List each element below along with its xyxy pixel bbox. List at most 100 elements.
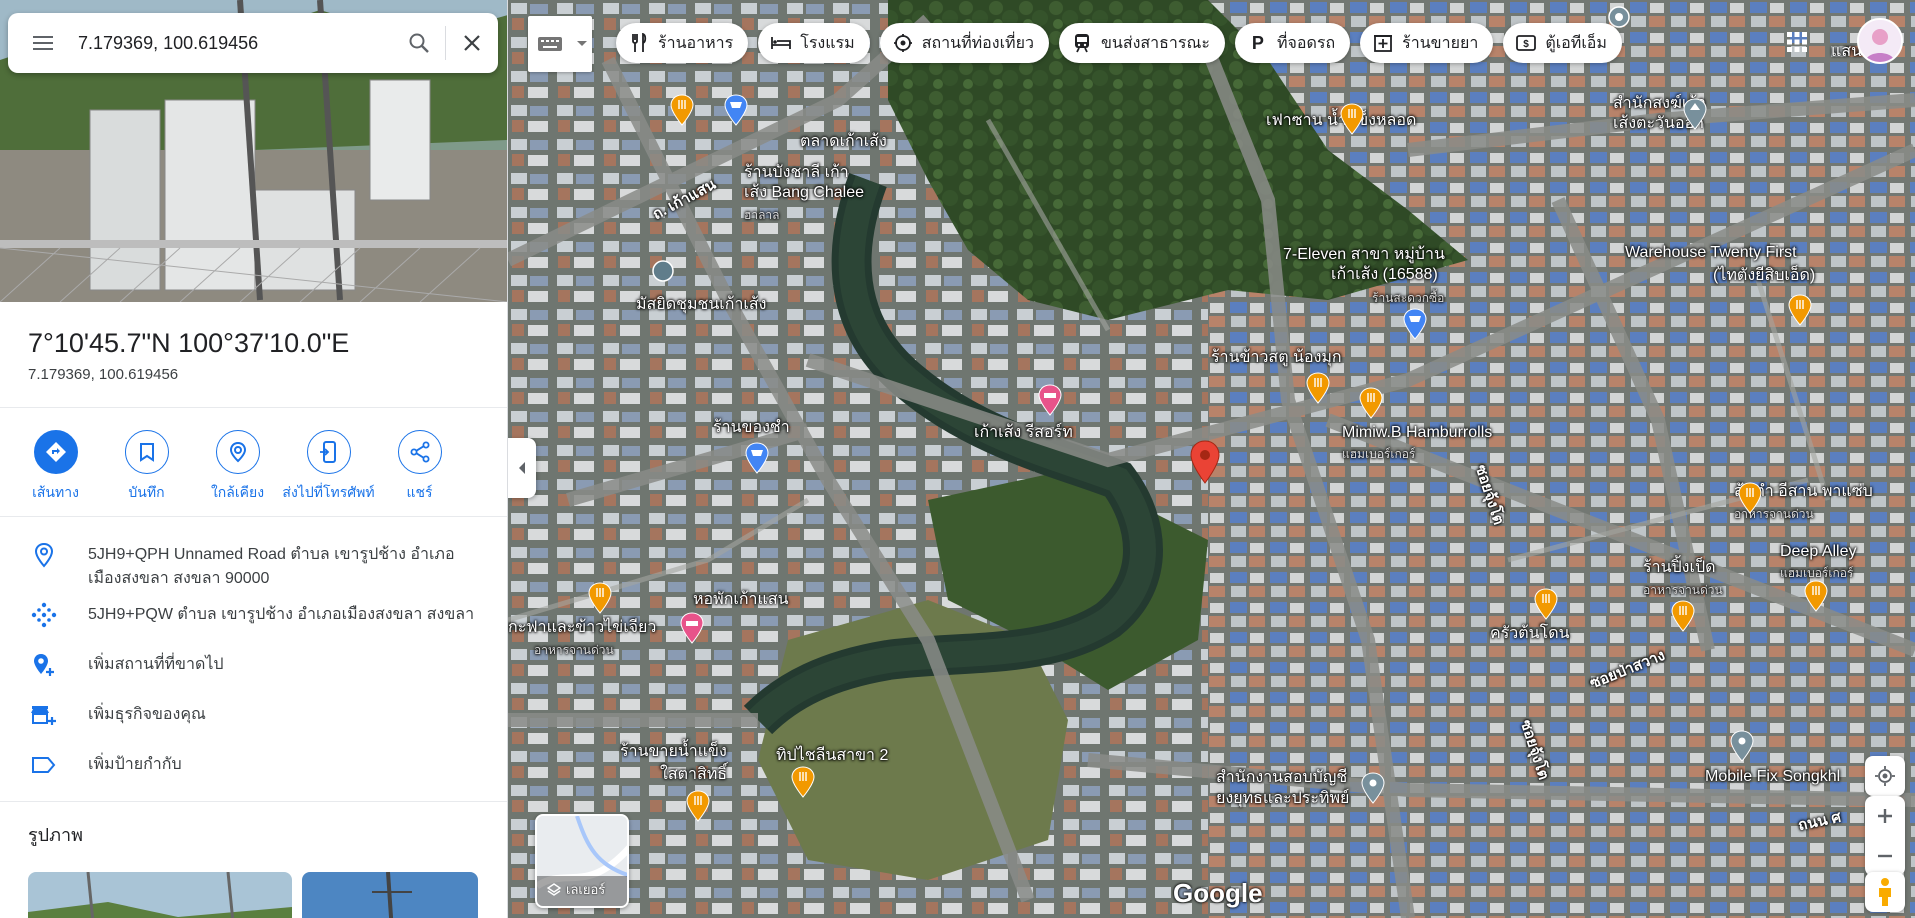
map-label-audit-2[interactable]: ยงยุทธและประทิพย์	[1216, 789, 1349, 809]
clear-search-button[interactable]	[446, 13, 498, 73]
photo-thumbnails	[28, 872, 478, 918]
add-label-row[interactable]: เพิ่มป้ายกำกับ	[0, 741, 507, 791]
chip-attractions[interactable]: สถานที่ท่องเที่ยว	[879, 23, 1049, 63]
map-label-bangchalee[interactable]: ร้านบังชาลี เก้า	[744, 163, 849, 183]
nearby-circle	[215, 430, 260, 474]
map-label-bangchalee-2[interactable]: เส้ง Bang Chalee	[744, 183, 864, 203]
plus-code-row[interactable]: 5JH9+PQW ตำบล เขารูปช้าง อำเภอเมืองสงขลา…	[0, 591, 507, 641]
hotel-pin-icon[interactable]	[1038, 384, 1062, 416]
map-label-warehouse[interactable]: Warehouse Twenty First	[1625, 243, 1797, 263]
my-location-button[interactable]	[1865, 756, 1905, 796]
map-canvas[interactable]: ตลาดเก้าเส้ง ร้านบังชาลี เก้า เส้ง Bang …	[508, 0, 1915, 918]
restaurant-pin-icon[interactable]	[686, 790, 710, 822]
map-label-dorm[interactable]: หอพักเก้าแสน	[693, 590, 789, 610]
hamburger-menu-icon	[33, 36, 53, 50]
add-business-row[interactable]: เพิ่มธุรกิจของคุณ	[0, 691, 507, 741]
map-label-mosque[interactable]: มัสยิดชุมชนเก้าเส้ง	[636, 295, 766, 315]
map-label-market[interactable]: ตลาดเก้าเส้ง	[800, 132, 887, 152]
map-label-mimiw[interactable]: Mimiw.B Hamburrolls	[1342, 423, 1492, 443]
search-button[interactable]	[393, 13, 445, 73]
share-button[interactable]: แชร์	[374, 408, 465, 504]
hotel-pin-icon[interactable]	[680, 612, 704, 644]
map-label-kafae[interactable]: กะฟาและข้าวไข่เจียว	[508, 618, 656, 638]
add-missing-place-row[interactable]: เพิ่มสถานที่ที่ขาดไป	[0, 641, 507, 691]
search-box	[8, 13, 498, 73]
map-label-tipchai[interactable]: ทิปไชลีนสาขา 2	[776, 746, 888, 766]
photo-thumbnail[interactable]	[302, 872, 478, 918]
dropped-location-pin-icon[interactable]	[1189, 440, 1221, 484]
chip-atm[interactable]: $ ตู้เอทีเอ็ม	[1503, 23, 1622, 63]
restaurant-pin-icon[interactable]	[1671, 600, 1695, 632]
restaurant-pin-icon[interactable]	[1534, 588, 1558, 620]
mosque-pin-icon[interactable]	[652, 260, 674, 282]
label-icon	[32, 757, 56, 773]
account-avatar[interactable]	[1857, 18, 1903, 64]
convenience-store-pin-icon[interactable]	[1403, 308, 1427, 340]
directions-icon	[45, 442, 66, 462]
restaurant-pin-icon[interactable]	[791, 766, 815, 798]
map-label-kruaton[interactable]: ครัวต้นโดน	[1490, 624, 1570, 644]
minus-icon	[1878, 854, 1892, 858]
street-view-pegman-button[interactable]	[1865, 872, 1905, 912]
map-label-mobilefix[interactable]: Mobile Fix Songkhl	[1705, 767, 1840, 787]
my-location-icon	[1875, 766, 1895, 786]
office-pin-icon[interactable]	[1361, 772, 1385, 804]
restaurant-pin-icon[interactable]	[1359, 387, 1383, 419]
zoom-controls	[1865, 796, 1905, 876]
avatar-image	[1859, 20, 1901, 62]
shopping-pin-icon[interactable]	[745, 442, 769, 474]
office-pin-icon[interactable]	[1730, 730, 1754, 762]
chip-label: โรงแรม	[800, 34, 855, 52]
search-input[interactable]	[78, 23, 393, 63]
chip-transit[interactable]: ขนส่งสาธารณะ	[1058, 23, 1225, 63]
restaurant-pin-icon[interactable]	[1306, 372, 1330, 404]
google-apps-button[interactable]	[1777, 22, 1817, 62]
restaurant-pin-icon[interactable]	[670, 94, 694, 126]
nearby-label: ใกล้เคียง	[210, 484, 265, 500]
restaurant-pin-icon[interactable]	[1788, 294, 1812, 326]
temple-pin-icon[interactable]	[1683, 98, 1707, 130]
chip-label: ขนส่งสาธารณะ	[1100, 34, 1210, 52]
menu-button[interactable]	[8, 13, 78, 73]
restaurant-pin-icon[interactable]	[1804, 580, 1828, 612]
map-label-icewater-2[interactable]: ใสตาสิทธิ์	[660, 765, 727, 785]
category-chips: ร้านอาหาร โรงแรม สถานที่ท่องเที่ยว ขนส่ง…	[616, 23, 1622, 63]
restaurant-pin-icon[interactable]	[1738, 482, 1762, 514]
input-tools-button[interactable]	[528, 16, 592, 72]
map-label-icewater[interactable]: ร้านขายน้ำแข็ง	[620, 742, 727, 762]
map-label-seven-eleven-2[interactable]: เก้าเส้ง (16588)	[1331, 265, 1438, 285]
shopping-pin-icon[interactable]	[724, 94, 748, 126]
map-label-khaowasatu[interactable]: ร้านข้าวสตู น้องมุก	[1211, 348, 1342, 368]
restaurant-pin-icon[interactable]	[1340, 103, 1364, 135]
nearby-button[interactable]: ใกล้เคียง	[192, 408, 283, 504]
collapse-panel-button[interactable]	[508, 438, 536, 498]
map-label-warehouse-2[interactable]: (ไทตังยีสิบเอ็ด)	[1713, 266, 1815, 286]
share-label: แชร์	[406, 484, 433, 500]
parking-icon: P	[1251, 32, 1264, 53]
directions-button[interactable]: เส้นทาง	[10, 408, 101, 504]
map-label-resort[interactable]: เก้าเส้ง รีสอร์ท	[974, 423, 1073, 443]
send-to-phone-button[interactable]: ส่งไปที่โทรศัพท์	[282, 408, 375, 504]
add-missing-place-text: เพิ่มสถานที่ที่ขาดไป	[88, 656, 224, 673]
map-label-audit[interactable]: สำนักงานสอบบัญชี	[1216, 768, 1347, 788]
save-button[interactable]: บันทึก	[101, 408, 192, 504]
map-label-seven-eleven[interactable]: 7-Eleven สาขา หมู่บ้าน	[1283, 245, 1445, 265]
divider	[0, 801, 507, 802]
layers-button[interactable]: เลเยอร์	[535, 814, 629, 908]
zoom-out-button[interactable]	[1865, 836, 1905, 876]
restaurant-pin-icon[interactable]	[588, 582, 612, 614]
zoom-in-button[interactable]	[1865, 796, 1905, 836]
add-label-text: เพิ่มป้ายกำกับ	[88, 756, 182, 773]
fork-knife-icon	[632, 33, 647, 52]
chip-parking[interactable]: P ที่จอดรถ	[1234, 23, 1351, 63]
send-circle	[306, 430, 351, 474]
photo-thumbnail[interactable]	[28, 872, 292, 918]
chip-restaurants[interactable]: ร้านอาหาร	[616, 23, 749, 63]
chip-pharmacy[interactable]: ร้านขายยา	[1360, 23, 1494, 63]
chip-hotels[interactable]: โรงแรม	[758, 23, 870, 63]
address-row[interactable]: 5JH9+QPH Unnamed Road ตำบล เขารูปช้าง อำ…	[0, 531, 507, 591]
save-circle	[124, 430, 169, 474]
map-label-shop-cha[interactable]: ร้านของชำ	[713, 418, 790, 438]
map-label-deep-alley[interactable]: Deep Alley	[1780, 542, 1857, 562]
map-label-ranpingped[interactable]: ร้านปิ้งเป็ด	[1643, 558, 1716, 578]
